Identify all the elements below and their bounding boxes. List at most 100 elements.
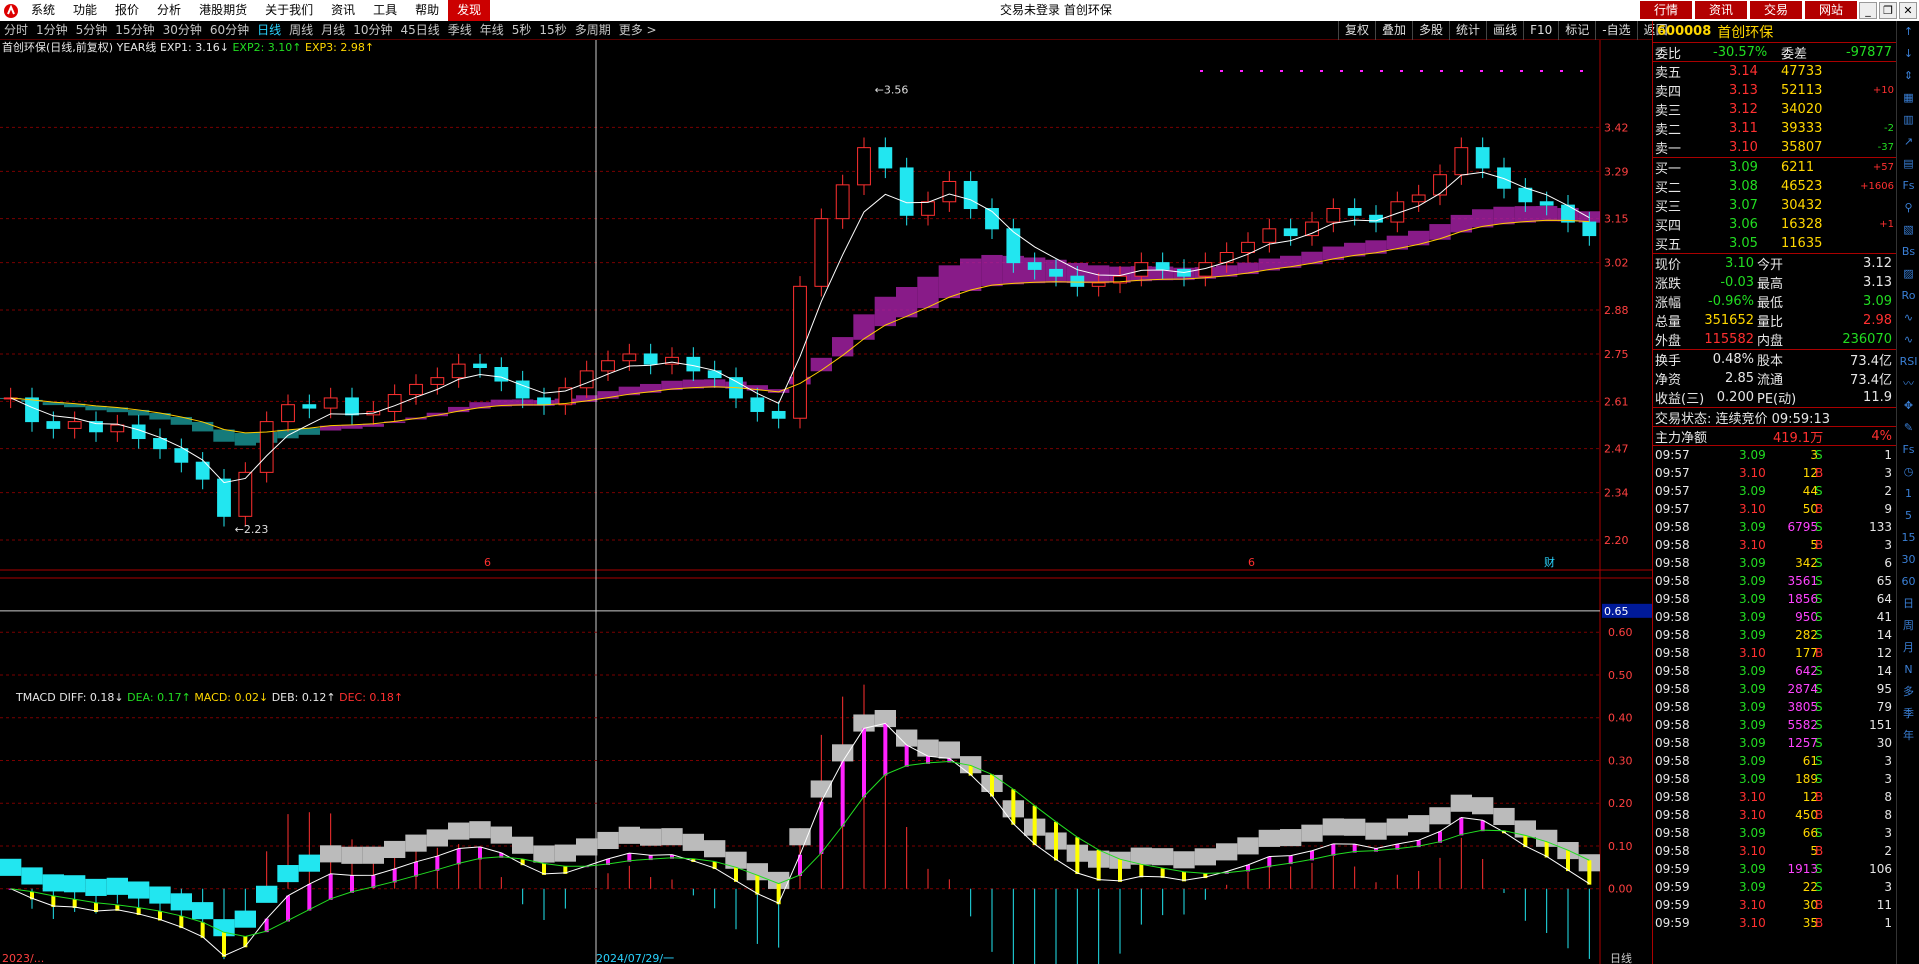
sidebar-tool-icon[interactable]: ∿ [1897, 329, 1919, 351]
stock-code: 600008 [1657, 24, 1712, 39]
period-15[interactable]: 多周期 [571, 21, 615, 39]
tool-3[interactable]: 统计 [1449, 21, 1486, 40]
tick-side: B [1815, 790, 1824, 804]
sidebar-tool-icon[interactable]: Fs [1897, 439, 1919, 461]
y-tick-label: 0.60 [1608, 626, 1633, 639]
candle-body [1070, 275, 1085, 287]
tick-row: 09:59 3.09 1913 S 106 [1653, 860, 1896, 878]
sidebar-tool-icon[interactable]: 1 [1897, 483, 1919, 505]
period-2[interactable]: 5分钟 [72, 21, 112, 39]
sidebar-tool-icon[interactable]: Bs [1897, 241, 1919, 263]
period-0[interactable]: 分时 [0, 21, 32, 39]
period-14[interactable]: 15秒 [535, 21, 570, 39]
period-8[interactable]: 月线 [317, 21, 349, 39]
sidebar-tool-icon[interactable]: 多 [1897, 681, 1919, 703]
sidebar-tool-icon[interactable]: ▤ [1897, 153, 1919, 175]
sidebar-tool-icon[interactable]: ◷ [1897, 461, 1919, 483]
deb-band [320, 845, 342, 863]
tick-count: 8 [1884, 808, 1892, 822]
top-button-1[interactable]: 资讯 [1695, 1, 1747, 19]
sidebar-tool-icon[interactable]: 周 [1897, 615, 1919, 637]
top-button-0[interactable]: 行情 [1640, 1, 1692, 19]
tick-row: 09:57 3.10 12 B 3 [1653, 464, 1896, 482]
sidebar-tool-icon[interactable]: 60 [1897, 571, 1919, 593]
sidebar-tool-icon[interactable]: 年 [1897, 725, 1919, 747]
deb-band [234, 910, 256, 928]
kline-chart[interactable]: 3.42 3.29 3.15 3.02 2.88 2.75 2.61 2.47 2.34 2.20… [0, 40, 1652, 964]
tool-5[interactable]: F10 [1523, 21, 1558, 40]
period-4[interactable]: 30分钟 [159, 21, 206, 39]
sidebar-tool-icon[interactable]: 〰 [1897, 373, 1919, 395]
period-1[interactable]: 1分钟 [32, 21, 72, 39]
sidebar-tool-icon[interactable]: 月 [1897, 637, 1919, 659]
sidebar-tool-icon[interactable]: ↑ [1897, 21, 1919, 43]
sidebar-tool-icon[interactable]: 日 [1897, 593, 1919, 615]
menu-3[interactable]: 分析 [148, 0, 190, 21]
stat-value: 73.4亿 [1850, 354, 1892, 369]
tool-0[interactable]: 复权 [1338, 21, 1375, 40]
macd-legend-diff: DIFF: 0.18↓ [59, 691, 124, 704]
tick-time: 09:58 [1655, 610, 1690, 624]
tool-7[interactable]: -自选 [1595, 21, 1636, 40]
period-13[interactable]: 5秒 [508, 21, 536, 39]
sidebar-tool-icon[interactable]: ▨ [1897, 263, 1919, 285]
sidebar-tool-icon[interactable]: ▧ [1897, 219, 1919, 241]
candle-body [1241, 241, 1255, 253]
tool-4[interactable]: 画线 [1486, 21, 1523, 40]
close-button[interactable]: ✕ [1899, 2, 1917, 19]
sidebar-tool-icon[interactable]: ↓ [1897, 43, 1919, 65]
sidebar-tool-icon[interactable]: Fs [1897, 175, 1919, 197]
menu-7[interactable]: 工具 [364, 0, 406, 21]
top-button-3[interactable]: 网站 [1805, 1, 1857, 19]
tool-6[interactable]: 标记 [1558, 21, 1595, 40]
tick-count: 1 [1884, 916, 1892, 930]
period-3[interactable]: 15分钟 [111, 21, 158, 39]
menu-9[interactable]: 发现 [448, 0, 491, 21]
period-10[interactable]: 45日线 [396, 21, 443, 39]
tick-list[interactable]: 09:57 3.09 3 S 1 09:57 3.10 12 B 3 09:57 3.09 44 S 2 09… [1653, 446, 1896, 932]
period-11[interactable]: 季线 [444, 21, 476, 39]
menu-0[interactable]: 系统 [22, 0, 64, 21]
candle-body [1582, 221, 1597, 237]
ribbon-band [192, 421, 214, 432]
tick-volume: 2874 [1787, 682, 1818, 696]
period-7[interactable]: 周线 [285, 21, 317, 39]
tool-1[interactable]: 叠加 [1375, 21, 1412, 40]
diff-bar [1587, 860, 1592, 885]
top-button-2[interactable]: 交易 [1750, 1, 1802, 19]
period-6[interactable]: 日线 [253, 21, 285, 39]
tick-time: 09:58 [1655, 772, 1690, 786]
restore-button[interactable]: ❐ [1879, 2, 1897, 19]
period-5[interactable]: 60分钟 [206, 21, 253, 39]
sidebar-tool-icon[interactable]: 季 [1897, 703, 1919, 725]
sidebar-tool-icon[interactable]: ✥ [1897, 395, 1919, 417]
sidebar-tool-icon[interactable]: Ro [1897, 285, 1919, 307]
sidebar-tool-icon[interactable]: ⇕ [1897, 65, 1919, 87]
tick-row: 09:57 3.10 50 B 9 [1653, 500, 1896, 518]
menu-5[interactable]: 关于我们 [256, 0, 322, 21]
menu-1[interactable]: 功能 [64, 0, 106, 21]
ribbon-band [1237, 262, 1259, 275]
sidebar-tool-icon[interactable]: ∿ [1897, 307, 1919, 329]
period-12[interactable]: 年线 [476, 21, 508, 39]
menu-6[interactable]: 资讯 [322, 0, 364, 21]
menu-4[interactable]: 港股期货 [190, 0, 256, 21]
sidebar-tool-icon[interactable]: N [1897, 659, 1919, 681]
sidebar-tool-icon[interactable]: 15 [1897, 527, 1919, 549]
sidebar-tool-icon[interactable]: ✎ [1897, 417, 1919, 439]
tool-2[interactable]: 多股 [1412, 21, 1449, 40]
sidebar-tool-icon[interactable]: ▥ [1897, 109, 1919, 131]
menu-8[interactable]: 帮助 [406, 0, 448, 21]
tick-price: 3.09 [1739, 592, 1766, 606]
sidebar-tool-icon[interactable]: ⚲ [1897, 197, 1919, 219]
sidebar-tool-icon[interactable]: ↗ [1897, 131, 1919, 153]
sidebar-tool-icon[interactable]: ▦ [1897, 87, 1919, 109]
y-tick-label: 2.34 [1604, 487, 1629, 500]
sidebar-tool-icon[interactable]: 30 [1897, 549, 1919, 571]
menu-2[interactable]: 报价 [106, 0, 148, 21]
period-9[interactable]: 10分钟 [349, 21, 396, 39]
sidebar-tool-icon[interactable]: RSI [1897, 351, 1919, 373]
period-16[interactable]: 更多 > [615, 21, 661, 39]
minimize-button[interactable]: _ [1859, 2, 1877, 19]
sidebar-tool-icon[interactable]: 5 [1897, 505, 1919, 527]
